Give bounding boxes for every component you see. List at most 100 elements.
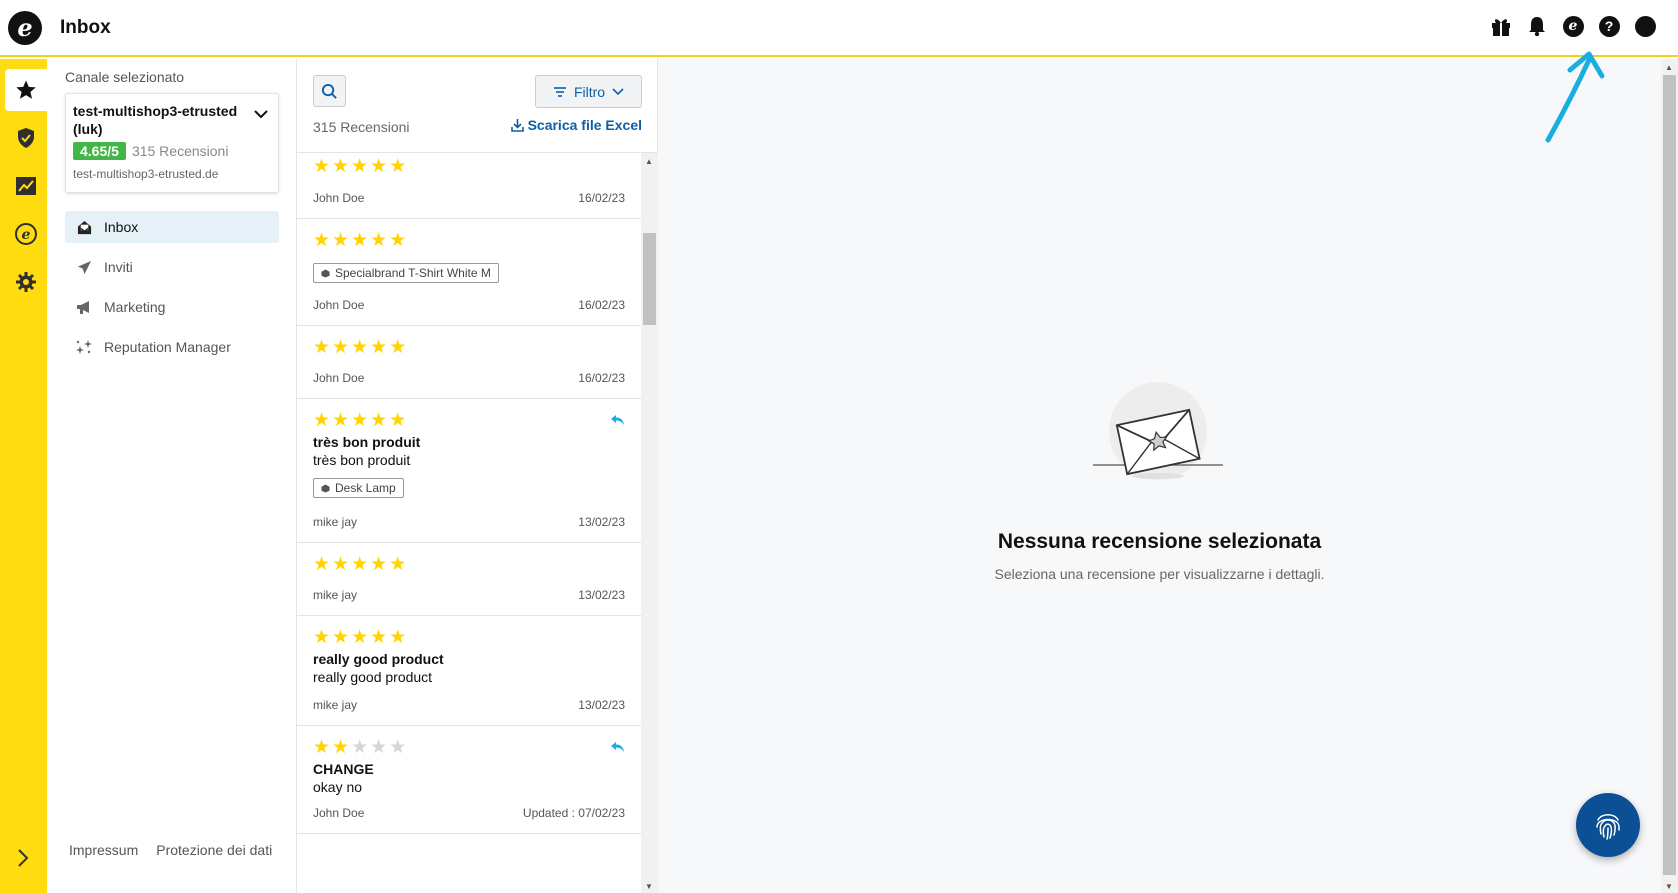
review-list-item[interactable]: ★ ★ ★ ★ ★ John Doe 16/02/23 bbox=[297, 326, 641, 399]
star-icon: ★ bbox=[313, 554, 331, 575]
send-icon bbox=[75, 258, 93, 276]
sparkle-icon bbox=[75, 338, 93, 356]
inbox-icon bbox=[75, 218, 93, 236]
sidebar-nav: Inbox Inviti Marketing Reputation Manage… bbox=[65, 211, 279, 371]
star-icon: ★ bbox=[332, 410, 350, 431]
review-date: 13/02/23 bbox=[578, 515, 625, 529]
etrusted-rail-icon[interactable]: e bbox=[5, 213, 47, 255]
review-list-item[interactable]: ★ ★ ★ ★ ★ mike jay 13/02/23 bbox=[297, 543, 641, 616]
review-count: 315 Recensioni bbox=[313, 119, 410, 135]
review-author: mike jay bbox=[313, 698, 358, 712]
review-list-panel: Filtro 315 Recensioni Scarica file Excel… bbox=[297, 59, 658, 893]
filter-icon bbox=[553, 86, 566, 97]
sidebar-item-label: Inviti bbox=[104, 259, 133, 275]
help-icon[interactable]: ? bbox=[1598, 15, 1620, 37]
sidebar-item-label: Reputation Manager bbox=[104, 339, 231, 355]
review-list-item[interactable]: ★ ★ ★ ★ ★ CHANGE okay no John Doe Updated : 07/0… bbox=[297, 726, 641, 834]
review-author: mike jay bbox=[313, 515, 358, 529]
star-icon: ★ bbox=[370, 554, 388, 575]
star-rating: ★ ★ ★ ★ ★ bbox=[313, 628, 625, 648]
sidebar-item-label: Inbox bbox=[104, 219, 139, 235]
scrollbar-thumb[interactable] bbox=[643, 233, 656, 325]
envelope-illustration bbox=[1093, 382, 1223, 480]
review-date: 16/02/23 bbox=[578, 371, 625, 385]
empty-state-subtitle: Seleziona una recensione per visualizzar… bbox=[994, 566, 1325, 582]
star-icon: ★ bbox=[351, 156, 369, 177]
rating-badge: 4.65/5 bbox=[73, 142, 126, 160]
star-icon: ★ bbox=[313, 410, 331, 431]
review-author: John Doe bbox=[313, 806, 365, 820]
star-rating: ★ ★ ★ ★ ★ bbox=[313, 157, 625, 177]
review-author: John Doe bbox=[313, 298, 365, 312]
star-rating: ★ ★ ★ ★ ★ bbox=[313, 338, 625, 358]
review-list-item[interactable]: ★ ★ ★ ★ ★ Specialbrand T-Shirt White M John Do… bbox=[297, 219, 641, 326]
gift-icon[interactable] bbox=[1490, 15, 1512, 37]
review-list-header: Filtro 315 Recensioni Scarica file Excel bbox=[297, 59, 658, 153]
star-icon: ★ bbox=[389, 156, 407, 177]
search-icon bbox=[321, 83, 337, 99]
review-date: Updated : 07/02/23 bbox=[522, 806, 625, 820]
star-icon: ★ bbox=[370, 410, 388, 431]
etrusted-icon[interactable]: e bbox=[1562, 15, 1584, 37]
sidebar-item-reputation-manager[interactable]: Reputation Manager bbox=[65, 331, 279, 363]
privacy-link[interactable]: Protezione dei dati bbox=[156, 842, 272, 858]
review-title: really good product bbox=[313, 651, 444, 667]
page-scrollbar-thumb[interactable] bbox=[1663, 75, 1676, 875]
review-date: 13/02/23 bbox=[578, 698, 625, 712]
star-icon: ★ bbox=[332, 156, 350, 177]
reviews-star-icon[interactable] bbox=[5, 69, 47, 111]
star-icon: ★ bbox=[389, 410, 407, 431]
profile-icon[interactable] bbox=[1634, 15, 1656, 37]
sidebar-item-inbox[interactable]: Inbox bbox=[65, 211, 279, 243]
product-tag: Specialbrand T-Shirt White M bbox=[313, 263, 499, 283]
settings-gear-icon[interactable] bbox=[5, 261, 47, 303]
analytics-chart-icon[interactable] bbox=[5, 165, 47, 207]
star-icon: ★ bbox=[370, 230, 388, 251]
star-icon: ★ bbox=[351, 230, 369, 251]
star-icon: ★ bbox=[370, 737, 388, 758]
review-list-scrollbar[interactable]: ▲ ▼ bbox=[641, 153, 658, 893]
star-icon: ★ bbox=[332, 554, 350, 575]
sidebar-item-marketing[interactable]: Marketing bbox=[65, 291, 279, 323]
etrusted-logo[interactable]: e bbox=[8, 11, 42, 45]
star-icon: ★ bbox=[351, 554, 369, 575]
expand-rail-chevron-icon[interactable] bbox=[10, 845, 36, 871]
star-icon: ★ bbox=[351, 410, 369, 431]
star-icon: ★ bbox=[313, 627, 331, 648]
star-icon: ★ bbox=[313, 156, 331, 177]
box-icon bbox=[321, 268, 330, 278]
star-icon: ★ bbox=[370, 627, 388, 648]
fingerprint-button[interactable] bbox=[1576, 793, 1640, 857]
page-title: Inbox bbox=[60, 17, 111, 38]
download-excel-link[interactable]: Scarica file Excel bbox=[510, 117, 642, 133]
star-icon: ★ bbox=[389, 337, 407, 358]
chevron-down-icon[interactable] bbox=[254, 106, 268, 124]
star-rating: ★ ★ ★ ★ ★ bbox=[313, 231, 625, 251]
reply-icon bbox=[610, 740, 625, 758]
review-text: okay no bbox=[313, 779, 363, 795]
review-list[interactable]: ★ ★ ★ ★ ★ John Doe 16/02/23 ★ ★ ★ ★ ★ Specialbrand T… bbox=[297, 153, 641, 893]
review-list-item[interactable]: ★ ★ ★ ★ ★ très bon produit très bon produit Des… bbox=[297, 399, 641, 543]
sidebar-item-inviti[interactable]: Inviti bbox=[65, 251, 279, 283]
impressum-link[interactable]: Impressum bbox=[69, 842, 138, 858]
channel-name: test-multishop3-etrusted (luk) bbox=[73, 103, 238, 137]
review-list-item[interactable]: ★ ★ ★ ★ ★ John Doe 16/02/23 bbox=[297, 153, 641, 219]
trust-shield-icon[interactable] bbox=[5, 117, 47, 159]
review-author: mike jay bbox=[313, 588, 358, 602]
search-button[interactable] bbox=[313, 75, 346, 107]
empty-state-title: Nessuna recensione selezionata bbox=[997, 530, 1322, 553]
navigation-rail: e bbox=[0, 59, 47, 893]
review-detail-panel: Nessuna recensione selezionata Seleziona… bbox=[658, 59, 1661, 893]
star-icon: ★ bbox=[389, 230, 407, 251]
bell-icon[interactable] bbox=[1526, 15, 1548, 37]
channel-selector[interactable]: test-multishop3-etrusted (luk) 4.65/5 31… bbox=[65, 93, 279, 193]
star-icon: ★ bbox=[351, 627, 369, 648]
star-icon: ★ bbox=[332, 230, 350, 251]
review-list-item[interactable]: ★ ★ ★ ★ ★ really good product really good prod… bbox=[297, 616, 641, 726]
star-rating: ★ ★ ★ ★ ★ bbox=[313, 555, 625, 575]
star-icon: ★ bbox=[332, 337, 350, 358]
channel-caption: Canale selezionato bbox=[65, 69, 185, 85]
filter-button[interactable]: Filtro bbox=[535, 75, 642, 108]
star-icon: ★ bbox=[370, 156, 388, 177]
page-scrollbar[interactable]: ▲ ▼ bbox=[1661, 59, 1678, 893]
